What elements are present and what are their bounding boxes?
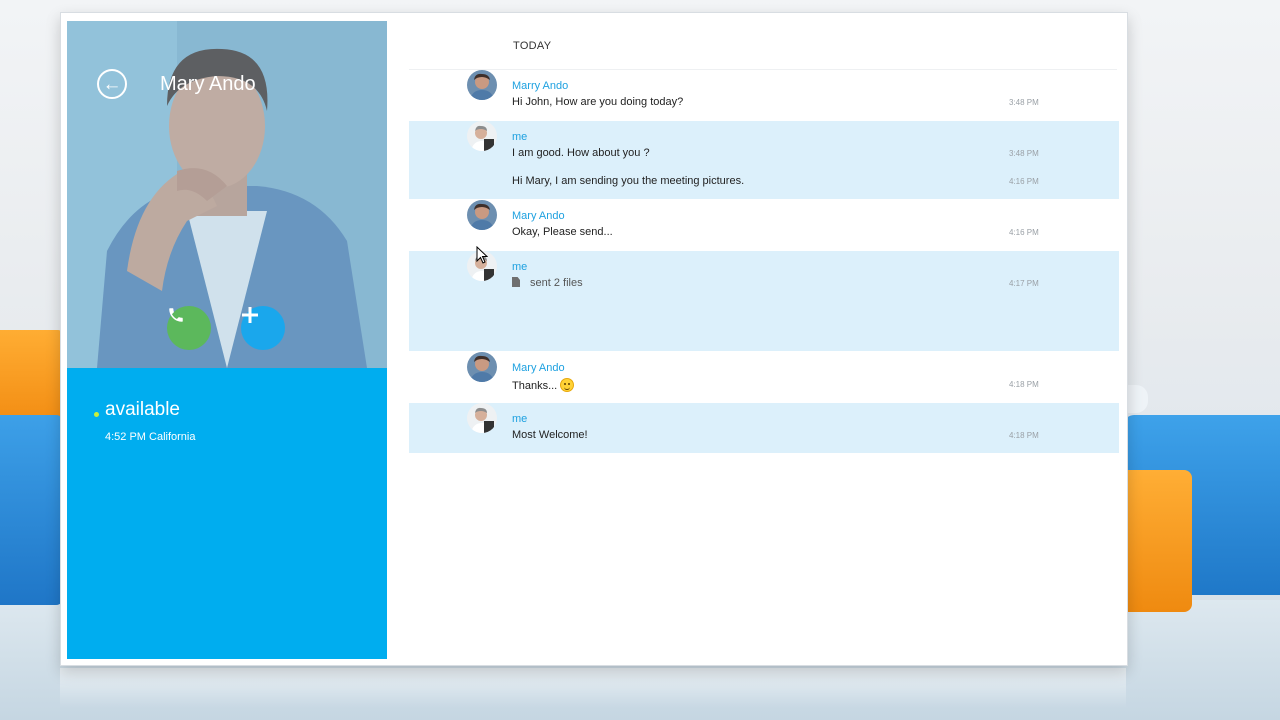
contact-name: Mary Ando: [160, 73, 256, 95]
message-row[interactable]: Marry Ando Hi John, How are you doing to…: [409, 70, 1119, 120]
message-row-mine[interactable]: me I am good. How about you ? 3:48 PM Hi…: [409, 121, 1119, 199]
conversation-pane: TODAY Marry Ando Hi John, How are you do…: [387, 13, 1127, 665]
message-row-mine[interactable]: me sent 2 files 4:17 PM: [409, 251, 1119, 351]
avatar-mary: [467, 200, 497, 230]
message-text: sent 2 files: [530, 277, 583, 289]
message-time: 4:18 PM: [1009, 431, 1039, 440]
message-sender: Mary Ando: [512, 362, 565, 374]
message-text: Thanks...: [512, 380, 558, 392]
contact-local-time: 4:52 PM California: [105, 431, 196, 443]
skype-window: ← Mary Ando available 4:52 PM California…: [60, 12, 1128, 666]
smiley-emoji-icon: [560, 378, 575, 392]
message-sender: me: [512, 261, 528, 273]
message-row[interactable]: Mary Ando Thanks... 4:18 PM: [409, 352, 1119, 402]
contact-photo: ← Mary Ando: [67, 21, 387, 368]
add-participant-button[interactable]: [241, 306, 285, 350]
background-blue-sofa: [0, 415, 64, 605]
call-button[interactable]: [167, 306, 211, 350]
background-orange-chair: [0, 330, 64, 425]
back-arrow-icon: ←: [102, 73, 122, 95]
plus-icon: [242, 307, 258, 323]
day-separator: TODAY: [513, 40, 552, 52]
file-icon: [512, 277, 520, 287]
avatar-mary: [467, 352, 497, 382]
message-row[interactable]: Mary Ando Okay, Please send... 4:16 PM: [409, 200, 1119, 250]
message-row-mine[interactable]: me Most Welcome! 4:18 PM: [409, 403, 1119, 453]
back-button[interactable]: ←: [97, 69, 127, 99]
avatar-mary: [467, 70, 497, 100]
presence-dot: [94, 412, 99, 417]
message-time: 4:17 PM: [1009, 279, 1039, 288]
message-time: 3:48 PM: [1009, 98, 1039, 107]
message-text: I am good. How about you ?: [512, 147, 650, 159]
file-transfer[interactable]: sent 2 files: [512, 277, 583, 289]
message-time: 3:48 PM: [1009, 149, 1039, 158]
contact-panel: ← Mary Ando available 4:52 PM California: [67, 21, 387, 659]
message-sender: me: [512, 131, 528, 143]
mouse-cursor-icon: [476, 246, 488, 264]
message-sender: Marry Ando: [512, 80, 569, 92]
message-time: 4:16 PM: [1009, 177, 1039, 186]
message-time: 4:16 PM: [1009, 228, 1039, 237]
avatar-me: [467, 403, 497, 433]
window-reflection: [60, 668, 1126, 708]
background-orange-chair-right: [1124, 470, 1192, 612]
message-text: Hi Mary, I am sending you the meeting pi…: [512, 175, 745, 187]
message-sender: me: [512, 413, 528, 425]
message-text-row: Thanks...: [512, 378, 575, 392]
avatar-me: [467, 121, 497, 151]
message-time: 4:18 PM: [1009, 380, 1039, 389]
message-sender: Mary Ando: [512, 210, 565, 222]
message-text: Hi John, How are you doing today?: [512, 96, 684, 108]
message-text: Most Welcome!: [512, 429, 588, 441]
phone-icon: [169, 308, 183, 322]
message-text: Okay, Please send...: [512, 226, 613, 238]
presence-status: available: [105, 399, 180, 420]
